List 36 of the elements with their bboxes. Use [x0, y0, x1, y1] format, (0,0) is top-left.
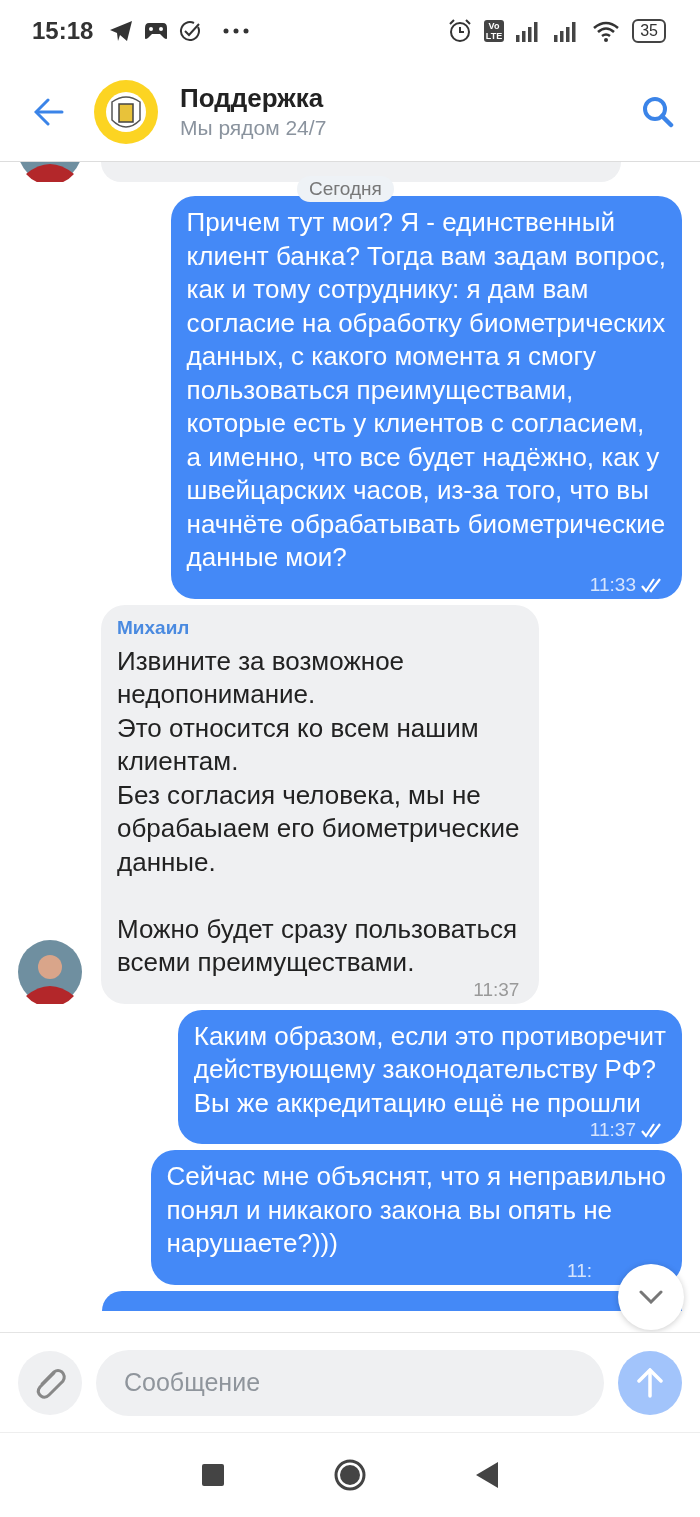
circle-icon [334, 1459, 366, 1491]
status-time: 15:18 [32, 17, 94, 45]
chat-subtitle: Мы рядом 24/7 [180, 116, 327, 140]
avatar [18, 939, 82, 1004]
more-icon [223, 28, 250, 34]
message-time: 11: [567, 1260, 592, 1281]
back-arrow-icon [34, 97, 64, 126]
message-text: Причем тут мои? Я - единственный клиент банка? Тогда вам задам вопрос, как и тому сотруднику: я дам вам согласие на обработку биометрических данных, с какого момента я смогу пользоваться преимуществами, которые есть у клиентов с согласием, а именно, что все будет надёжно, как у швейцарских часов, из-за того, что вы начнёте обрабатывать биометрические данные мои? [186, 206, 666, 574]
scroll-down-button[interactable] [618, 1264, 684, 1330]
logo-icon [94, 79, 158, 144]
back-nav-button[interactable] [476, 1462, 498, 1488]
check-circle-icon [179, 20, 202, 42]
message-text: Извините за возможное недопонимание. Это относится ко всем нашим клиентам. Без согласия человека, мы не обрабаыаем его биометрические данные. Можно будет сразу пользоваться всеми преимуществами. [117, 644, 520, 979]
message-time: 11:33 [589, 574, 636, 595]
home-button[interactable] [334, 1459, 366, 1491]
alarm-icon [447, 19, 472, 43]
author-name: Михаил [117, 615, 190, 640]
volte-icon: Vo LTE [483, 20, 505, 42]
search-icon [642, 95, 674, 128]
search-button[interactable] [642, 95, 674, 128]
chat-title: Поддержка [180, 83, 324, 114]
paper-plane-icon [109, 20, 134, 42]
message-time: 11:37 [589, 1120, 636, 1140]
square-icon [202, 1464, 224, 1486]
battery-level: 35 [632, 19, 666, 43]
gamepad-icon [145, 22, 168, 40]
chevron-down-icon [639, 1290, 663, 1304]
message-time: 11:37 [473, 979, 520, 1000]
back-button[interactable] [34, 97, 64, 126]
message-input[interactable]: Сообщение [96, 1349, 604, 1416]
message-text: Каким образом, если это противоречит действующему законодательству РФ? Вы же аккредитацию ещё не прошли [193, 1019, 666, 1120]
triangle-icon [476, 1462, 498, 1488]
date-chip: Сегодня [297, 176, 394, 202]
message-text: Сейчас мне объяснят, что я неправильно понял и никакого закона вы опять не нарушаете?))) [166, 1160, 666, 1260]
up-arrow-icon [637, 1367, 663, 1398]
wifi-icon [592, 20, 621, 42]
